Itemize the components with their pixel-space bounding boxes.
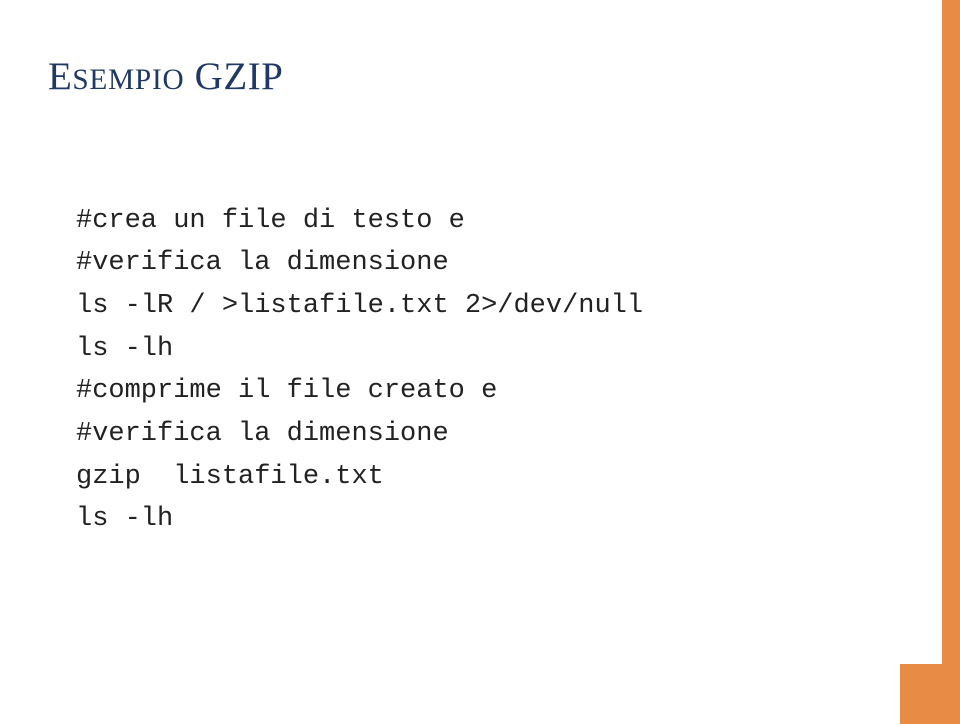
title-part-3: GZIP (195, 55, 284, 98)
code-line: #comprime il file creato e (76, 376, 497, 406)
code-line: ls -lR / >listafile.txt 2>/dev/null (76, 291, 643, 321)
right-border-thick (946, 0, 960, 724)
slide-frame: ESEMPIO GZIP #crea un file di testo e #v… (0, 0, 960, 724)
page-title: ESEMPIO GZIP (48, 54, 890, 99)
code-line: #crea un file di testo e (76, 206, 465, 236)
code-line: ls -lh (76, 504, 173, 534)
slide-content: ESEMPIO GZIP #crea un file di testo e #v… (48, 54, 890, 684)
bottom-right-square (900, 664, 960, 724)
title-part-2: SEMPIO (72, 64, 184, 96)
code-block: #crea un file di testo e #verifica la di… (76, 157, 890, 584)
title-space (184, 55, 194, 98)
code-line: #verifica la dimensione (76, 248, 449, 278)
right-border-thin (942, 0, 946, 724)
code-line: #verifica la dimensione (76, 419, 449, 449)
code-line: ls -lh (76, 334, 173, 364)
title-part-1: E (48, 55, 72, 98)
code-line: gzip listafile.txt (76, 462, 384, 492)
